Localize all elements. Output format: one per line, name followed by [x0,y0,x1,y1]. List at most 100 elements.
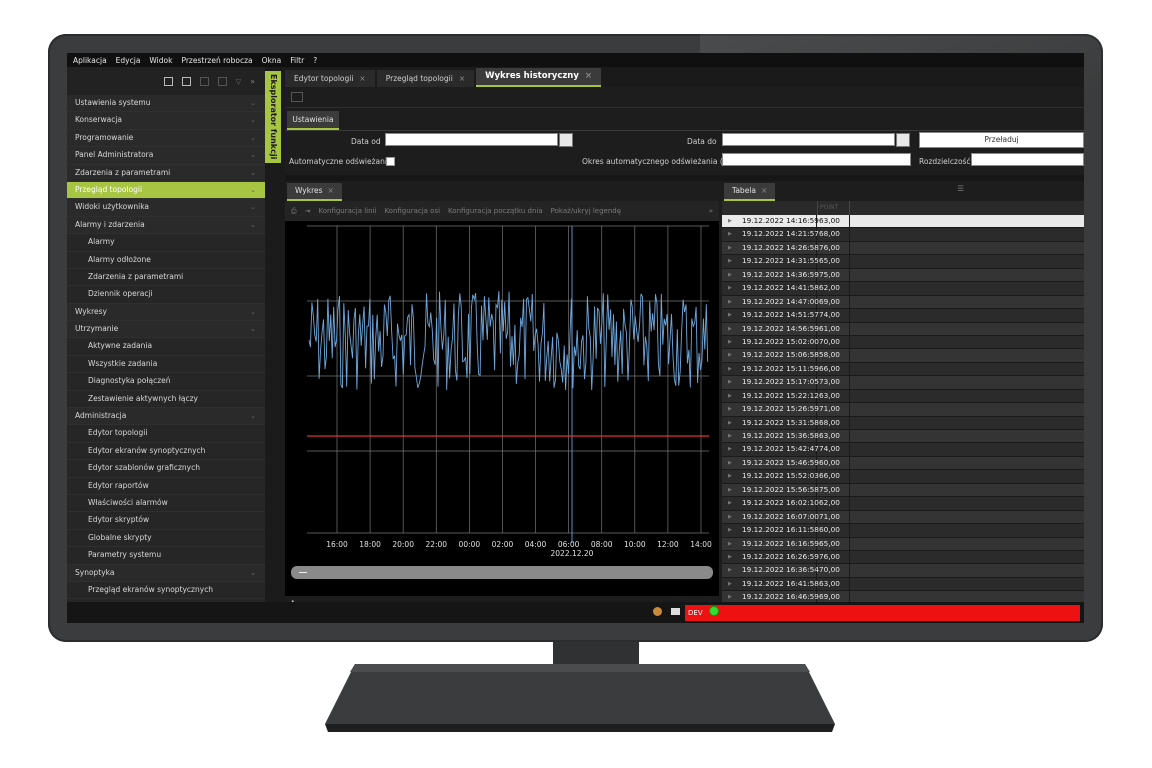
auto-refresh-checkbox[interactable] [386,157,395,166]
table-row[interactable]: ▶ 19.12.2022 16:16:59 65,00 [722,537,1084,551]
table-row[interactable]: ▶ 19.12.2022 16:41:58 63,00 [722,577,1084,592]
sidebar-item[interactable]: Administracja ⌄ [67,408,265,426]
row-expand-icon[interactable]: ▶ [728,349,732,361]
table-row[interactable]: ▶ 19.12.2022 14:31:55 65,00 [722,255,1084,269]
chevron-down-icon[interactable]: ⌄ [250,304,256,320]
sidebar-item[interactable]: Utrzymanie ⌄ [67,321,265,339]
calendar-icon[interactable] [559,133,573,147]
reload-button[interactable]: Przeładuj [919,132,1084,148]
sidebar-item[interactable]: Konserwacja ⌄ [67,112,265,130]
down-icon[interactable] [217,76,227,86]
row-expand-icon[interactable]: ▶ [728,376,732,388]
expand-all-icon[interactable] [181,76,191,86]
sidebar-item[interactable]: Edytor ekranów synoptycznych [67,442,265,461]
table-row[interactable]: ▶ 19.12.2022 15:06:58 58,00 [722,349,1084,363]
sidebar-item[interactable]: Edytor raportów [67,477,265,495]
up-icon[interactable] [199,76,209,86]
menu-item[interactable]: ? [313,56,317,65]
sidebar-item[interactable]: Diagnostyka połączeń [67,373,265,391]
date-from-input[interactable] [385,133,558,146]
sidebar-item[interactable]: Edytor szablonów graficznych [67,460,265,478]
table-row[interactable]: ▶ 19.12.2022 14:36:59 75,00 [722,268,1084,283]
table-row[interactable]: ▶ 19.12.2022 16:07:00 71,00 [722,510,1084,525]
sidebar-item[interactable]: Synoptyka ⌄ [67,564,265,582]
table-row[interactable]: ▶ 19.12.2022 15:11:59 66,00 [722,362,1084,377]
sidebar-item[interactable]: Zestawienie aktywnych łączy [67,390,265,409]
history-chart[interactable]: 16:00 18:00 20:00 22:00 00:00 02:00 04:00 06:00… [285,221,719,596]
menu-item[interactable]: Aplikacja [73,56,107,65]
calendar-icon[interactable] [896,133,910,147]
table-row[interactable]: ▶ 19.12.2022 15:42:47 74,00 [722,443,1084,457]
axis-config-button[interactable]: Konfiguracja osi [384,207,440,215]
chevron-down-icon[interactable]: ⌄ [250,112,256,128]
date-to-input[interactable] [722,133,895,146]
tab-document[interactable]: Przegląd topologii × [376,70,475,87]
chevron-down-icon[interactable]: ⌄ [250,565,256,581]
printer-icon[interactable] [291,92,303,102]
table-row[interactable]: ▶ 19.12.2022 15:02:00 70,00 [722,335,1084,350]
table-row[interactable]: ▶ 19.12.2022 16:26:59 76,00 [722,550,1084,565]
row-expand-icon[interactable]: ▶ [728,215,732,227]
sidebar-item[interactable]: Globalne skrypty [67,529,265,548]
chevron-right-icon[interactable]: » [250,77,255,86]
table-row[interactable]: ▶ 19.12.2022 15:17:05 73,00 [722,376,1084,390]
row-expand-icon[interactable]: ▶ [728,551,732,563]
row-expand-icon[interactable]: ▶ [728,336,732,348]
chevron-down-icon[interactable]: ⌄ [250,147,256,163]
table-row[interactable]: ▶ 19.12.2022 15:22:12 63,00 [722,389,1084,404]
sidebar-item[interactable]: Alarmy odłożone [67,251,265,269]
chevron-down-icon[interactable]: ⌄ [250,217,256,233]
row-expand-icon[interactable]: ▶ [728,228,732,240]
chevron-down-icon[interactable]: ⌄ [250,182,256,198]
tab-document[interactable]: Edytor topologii × [285,70,375,87]
user-icon[interactable] [653,607,662,616]
row-expand-icon[interactable]: ▶ [728,242,732,254]
sidebar-item[interactable]: Alarmy [67,234,265,252]
row-expand-icon[interactable]: ▶ [728,417,732,429]
filter-icon[interactable]: ▽ [236,77,242,86]
table-row[interactable]: ▶ 19.12.2022 16:02:10 62,00 [722,497,1084,511]
resolution-input[interactable] [971,153,1084,166]
refresh-period-input[interactable] [722,153,911,166]
collapse-all-icon[interactable] [163,76,173,86]
print-chart-icon[interactable]: ⎙ [291,207,297,216]
row-expand-icon[interactable]: ▶ [728,390,732,402]
row-expand-icon[interactable]: ▶ [728,430,732,442]
table-row[interactable]: ▶ 19.12.2022 15:52:03 66,00 [722,470,1084,484]
sidebar-item[interactable]: Edytor skryptów [67,512,265,530]
table-row[interactable]: ▶ 19.12.2022 14:16:59 63,00 [722,215,1084,229]
table-row[interactable]: ▶ 19.12.2022 14:47:00 69,00 [722,295,1084,310]
function-explorer-tab[interactable]: Eksplorator funkcji [265,71,281,163]
row-expand-icon[interactable]: ▶ [728,363,732,375]
sidebar-item[interactable]: Właściwości alarmów [67,494,265,513]
row-expand-icon[interactable]: ▶ [728,296,732,308]
sidebar-item[interactable]: Zdarzenia z parametrami ⌄ [67,164,265,182]
menu-item[interactable]: Przestrzeń robocza [181,56,252,65]
row-expand-icon[interactable]: ▶ [728,269,732,281]
sidebar-item[interactable]: Dziennik operacji [67,286,265,304]
table-row[interactable]: ▶ 19.12.2022 14:21:57 68,00 [722,228,1084,242]
chevron-down-icon[interactable]: ⌄ [250,130,256,146]
menu-item[interactable]: Widok [149,56,172,65]
sidebar-item[interactable]: Wszystkie zadania [67,355,265,374]
chevron-down-icon[interactable]: ⌄ [250,95,256,111]
table-row[interactable]: ▶ 19.12.2022 16:36:54 70,00 [722,564,1084,578]
row-expand-icon[interactable]: ▶ [728,457,732,469]
sidebar-item[interactable]: Zdarzenia z parametrami [67,268,265,287]
row-expand-icon[interactable]: ▶ [728,497,732,509]
close-icon[interactable]: × [585,71,592,81]
sidebar-item[interactable]: Aktywne zadania [67,338,265,356]
row-expand-icon[interactable]: ▶ [728,470,732,482]
table-row[interactable]: ▶ 19.12.2022 14:26:58 76,00 [722,241,1084,256]
row-expand-icon[interactable]: ▶ [728,323,732,335]
table-row[interactable]: ▶ 19.12.2022 14:56:59 61,00 [722,322,1084,336]
sidebar-item[interactable]: Alarmy i zdarzenia ⌄ [67,216,265,235]
row-expand-icon[interactable]: ▶ [728,564,732,576]
table-row[interactable]: ▶ 19.12.2022 15:36:58 63,00 [722,430,1084,444]
tab-document[interactable]: Wykres historyczny × [476,68,602,87]
sidebar-item[interactable]: Parametry systemu [67,547,265,565]
sidebar-item[interactable]: Widoki użytkownika ⌄ [67,199,265,217]
sort-icon[interactable]: ☰ [957,184,964,193]
mail-icon[interactable] [671,608,680,615]
row-expand-icon[interactable]: ▶ [728,403,732,415]
